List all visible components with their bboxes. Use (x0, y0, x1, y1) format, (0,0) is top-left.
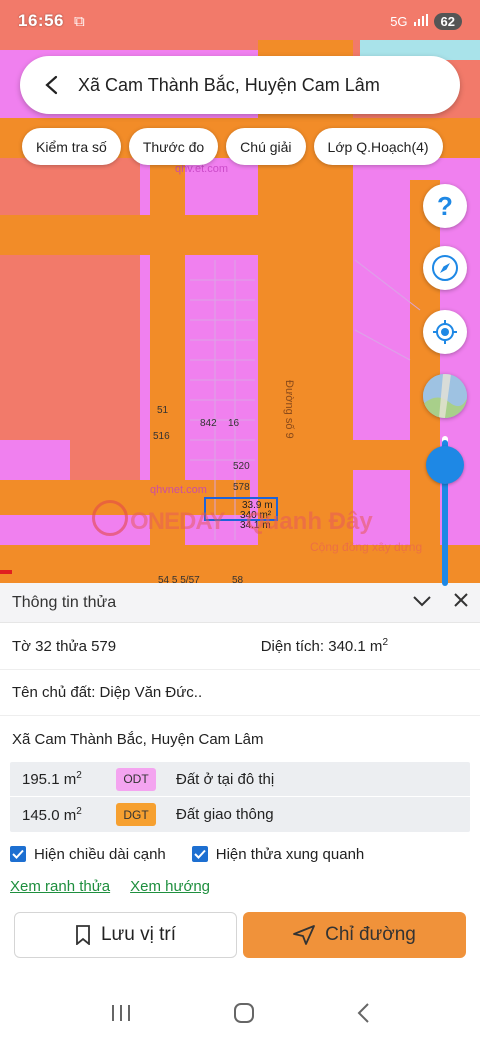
chip-legend[interactable]: Chú giải (226, 128, 306, 165)
system-nav-bar (0, 990, 480, 1040)
parcel-info-panel: Thông tin thửa Tờ 32 thửa 579 Diện tích:… (0, 583, 480, 1040)
sheet-row: Tờ 32 thửa 579 Diện tích: 340.1 m2 (0, 623, 480, 670)
location-search-bar[interactable]: Xã Cam Thành Bắc, Huyện Cam Lâm (20, 56, 460, 114)
screencast-icon: ⧉ (73, 12, 85, 30)
back-icon[interactable] (356, 1002, 370, 1029)
map-zone-left2 (70, 430, 140, 485)
land-use-row: 195.1 m2 ODT Đất ở tại đô thị (10, 762, 470, 797)
satellite-map-icon (423, 374, 467, 418)
land-use-desc: Đất ở tại đô thị (176, 770, 275, 788)
opacity-slider-thumb[interactable] (426, 446, 464, 484)
status-bar: 16:56 ⧉ 5G 62 (0, 0, 480, 42)
address-row: Xã Cam Thành Bắc, Huyện Cam Lâm (0, 716, 480, 762)
land-use-desc: Đất giao thông (176, 806, 274, 823)
land-use-area-sup: 2 (76, 770, 82, 781)
back-arrow-icon[interactable] (38, 72, 64, 98)
map-road-h5 (290, 440, 440, 470)
save-location-label: Lưu vị trí (100, 924, 177, 945)
view-direction-link[interactable]: Xem hướng (130, 878, 210, 895)
watermark-logo-text2: Quanh Đây (246, 508, 373, 535)
show-neighbors-label: Hiện thửa xung quanh (215, 845, 365, 863)
home-icon[interactable] (232, 1001, 256, 1030)
checkbox-checked-icon[interactable] (10, 846, 26, 862)
view-boundary-link[interactable]: Xem ranh thửa (10, 878, 110, 895)
directions-button[interactable]: Chỉ đường (243, 912, 466, 958)
map-zone-left (0, 150, 140, 440)
show-edge-length-label: Hiện chiều dài cạnh (34, 845, 166, 863)
land-use-row: 145.0 m2 DGT Đất giao thông (10, 797, 470, 832)
map-parcel-label: 16 (228, 418, 240, 429)
sheet-number: Tờ 32 thửa 579 (12, 637, 117, 655)
links-row: Xem ranh thửa Xem hướng (0, 876, 480, 896)
owner-name: Tên chủ đất: Diệp Văn Đức.. (12, 684, 203, 701)
options-row: Hiện chiều dài cạnh Hiện thửa xung quanh (0, 832, 480, 876)
land-use-area: 145.0 m2 (10, 806, 108, 824)
land-use-area-sup: 2 (76, 805, 82, 817)
recent-apps-icon[interactable] (110, 1003, 132, 1028)
panel-controls (412, 593, 468, 612)
map-parcel-label: 842 (200, 418, 217, 429)
map-parcel-label: 51 (157, 405, 169, 416)
area-sup: 2 (382, 637, 388, 648)
close-icon[interactable] (454, 593, 468, 612)
screen: qhv.et.com qhvnet.com Đường số 9 51 842 … (0, 0, 480, 1040)
map-road-label: Đường số 9 (283, 380, 295, 439)
signal-icon (413, 13, 428, 29)
send-arrow-icon (293, 925, 316, 945)
checkbox-checked-icon[interactable] (191, 846, 208, 862)
status-time: 16:56 (18, 11, 64, 30)
basemap-button[interactable] (423, 374, 467, 418)
tool-chips: Kiểm tra số Thước đo Chú giải Lớp Q.Hoạc… (22, 128, 443, 165)
action-buttons: Lưu vị trí Chỉ đường (0, 912, 480, 958)
map-marker-red (0, 570, 12, 574)
panel-title: Thông tin thửa (12, 593, 117, 611)
watermark-logo-icon (92, 500, 128, 536)
help-button[interactable]: ? (423, 184, 467, 228)
directions-label: Chỉ đường (325, 924, 416, 945)
land-use-code-badge: ODT (116, 767, 156, 791)
my-location-button[interactable] (423, 310, 467, 354)
chip-ruler[interactable]: Thước đo (128, 128, 219, 165)
watermark-logo-text: ONEDAY (130, 508, 225, 535)
land-use-table: 195.1 m2 ODT Đất ở tại đô thị 145.0 m2 D… (10, 762, 470, 832)
chevron-down-icon[interactable] (412, 594, 432, 612)
compass-button[interactable] (423, 246, 467, 290)
show-neighbors-toggle[interactable]: Hiện thửa xung quanh (191, 845, 365, 863)
owner-row: Tên chủ đất: Diệp Văn Đức.. (0, 670, 480, 716)
watermark-logo-text3: Cộng đồng xây dựng (310, 540, 423, 554)
target-icon (433, 320, 457, 344)
network-label: 5G (390, 13, 408, 29)
land-use-area: 195.1 m2 (10, 770, 108, 788)
map-parcel-label: 578 (233, 482, 250, 493)
panel-header: Thông tin thửa (0, 583, 480, 623)
map-road-h2 (0, 215, 260, 255)
map-parcel-label: 520 (233, 461, 250, 472)
location-title: Xã Cam Thành Bắc, Huyện Cam Lâm (78, 74, 380, 95)
chip-check-number[interactable]: Kiểm tra số (22, 128, 121, 165)
parcel-address: Xã Cam Thành Bắc, Huyện Cam Lâm (12, 730, 264, 748)
map-parcel-label: 516 (153, 431, 170, 442)
area-label: Diện tích: 340.1 m (260, 638, 383, 655)
compass-icon (432, 255, 458, 281)
land-use-area-value: 195.1 m (22, 771, 77, 788)
area-value: Diện tích: 340.1 m2 (261, 637, 388, 655)
bookmark-icon (76, 925, 90, 945)
land-use-code-badge: DGT (116, 803, 156, 826)
status-right: 5G 62 (390, 12, 462, 30)
question-icon: ? (437, 190, 453, 221)
battery-icon: 62 (433, 12, 462, 30)
save-location-button[interactable]: Lưu vị trí (14, 912, 237, 958)
map-watermark-mid: qhvnet.com (150, 484, 207, 496)
show-edge-length-toggle[interactable]: Hiện chiều dài cạnh (10, 846, 166, 863)
land-use-area-value: 145.0 m (22, 806, 77, 824)
chip-planning-layers[interactable]: Lớp Q.Hoạch(4) (313, 128, 443, 165)
